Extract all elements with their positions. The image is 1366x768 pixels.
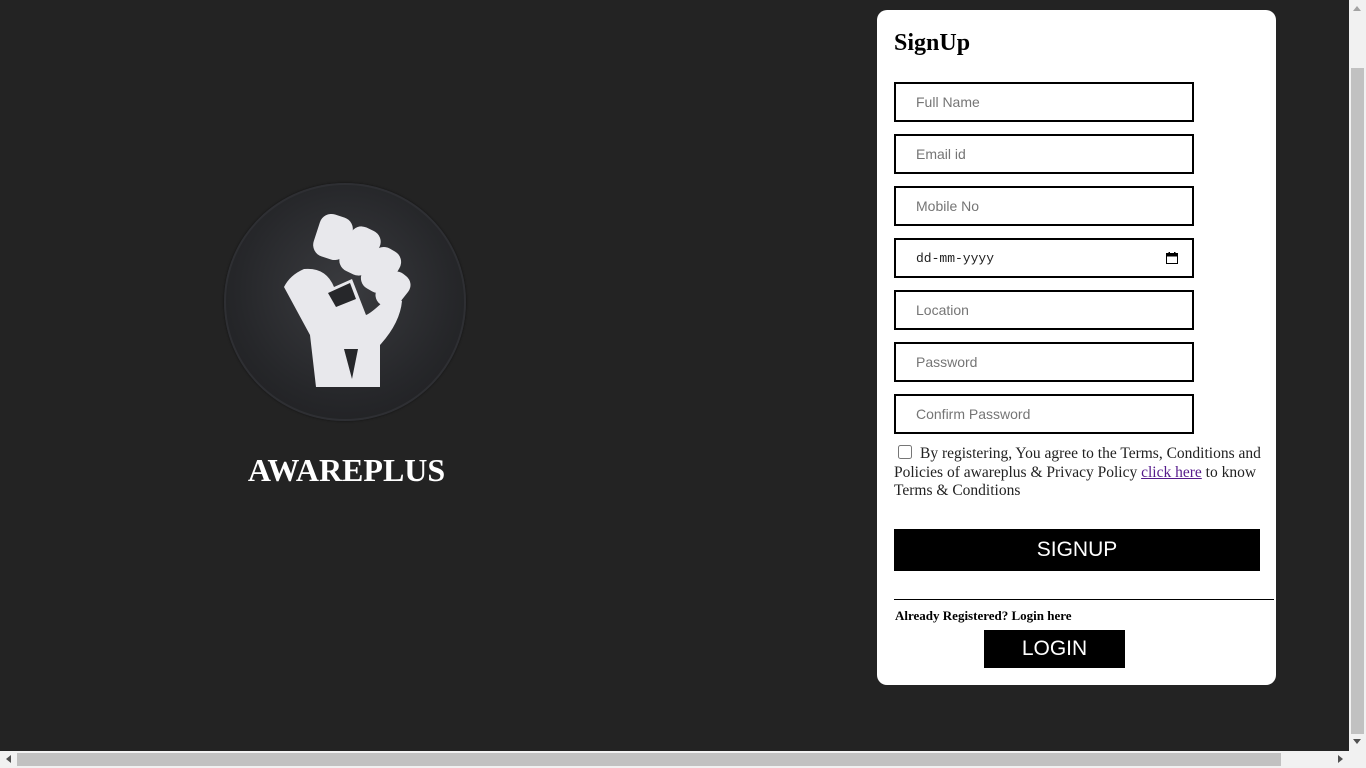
brand-logo — [224, 183, 466, 421]
divider — [894, 599, 1274, 600]
scroll-down-arrow-icon[interactable] — [1353, 739, 1361, 744]
location-input[interactable] — [894, 290, 1194, 330]
date-of-birth-input[interactable]: dd-mm-yyyy — [894, 238, 1194, 278]
terms-link[interactable]: click here — [1141, 464, 1202, 481]
vertical-scrollbar-thumb[interactable] — [1351, 68, 1364, 734]
scroll-up-arrow-icon[interactable] — [1353, 6, 1361, 11]
terms-text: By registering, You agree to the Terms, … — [894, 445, 1264, 501]
email-input[interactable] — [894, 134, 1194, 174]
already-registered-text: Already Registered? Login here — [895, 608, 1072, 623]
signup-card: SignUp dd-mm-yyyy By registering, You ag… — [877, 10, 1276, 685]
scroll-right-arrow-icon[interactable] — [1338, 755, 1343, 763]
password-input[interactable] — [894, 342, 1194, 382]
horizontal-scrollbar-thumb[interactable] — [17, 753, 1281, 766]
full-name-input[interactable] — [894, 82, 1194, 122]
raised-fist-icon — [284, 213, 411, 387]
date-placeholder: dd-mm-yyyy — [916, 250, 995, 266]
signup-button[interactable]: SIGNUP — [894, 529, 1260, 571]
calendar-icon[interactable] — [1166, 252, 1178, 264]
signup-title: SignUp — [894, 30, 971, 56]
scroll-left-arrow-icon[interactable] — [6, 755, 11, 763]
confirm-password-input[interactable] — [894, 394, 1194, 434]
brand-name: AWAREPLUS — [247, 452, 446, 488]
mobile-input[interactable] — [894, 186, 1194, 226]
login-button[interactable]: LOGIN — [984, 630, 1125, 668]
terms-checkbox[interactable] — [898, 445, 912, 459]
